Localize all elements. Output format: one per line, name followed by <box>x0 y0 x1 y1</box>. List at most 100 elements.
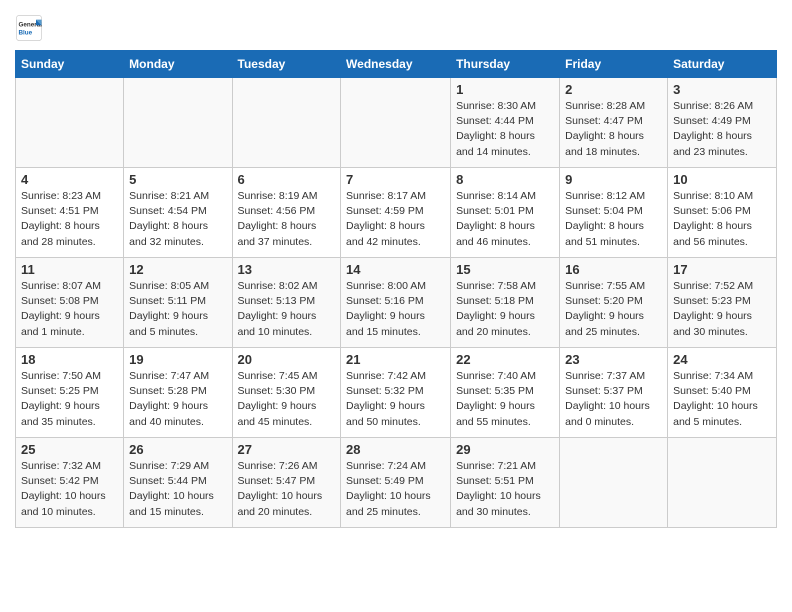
day-number: 11 <box>21 262 118 277</box>
day-number: 16 <box>565 262 662 277</box>
day-number: 28 <box>346 442 445 457</box>
calendar-cell <box>16 78 124 168</box>
calendar-cell: 14 Sunrise: 8:00 AMSunset: 5:16 PMDayligh… <box>341 258 451 348</box>
day-number: 23 <box>565 352 662 367</box>
day-number: 10 <box>673 172 771 187</box>
day-info: Sunrise: 7:37 AMSunset: 5:37 PMDaylight:… <box>565 369 662 430</box>
calendar-cell: 4 Sunrise: 8:23 AMSunset: 4:51 PMDaylight… <box>16 168 124 258</box>
day-number: 22 <box>456 352 554 367</box>
day-info: Sunrise: 8:30 AMSunset: 4:44 PMDaylight:… <box>456 99 554 160</box>
day-info: Sunrise: 8:17 AMSunset: 4:59 PMDaylight:… <box>346 189 445 250</box>
svg-text:Blue: Blue <box>19 29 33 36</box>
day-info: Sunrise: 7:21 AMSunset: 5:51 PMDaylight:… <box>456 459 554 520</box>
day-number: 15 <box>456 262 554 277</box>
calendar-cell <box>124 78 232 168</box>
day-info: Sunrise: 7:34 AMSunset: 5:40 PMDaylight:… <box>673 369 771 430</box>
calendar-cell <box>668 438 777 528</box>
calendar-cell: 1 Sunrise: 8:30 AMSunset: 4:44 PMDaylight… <box>451 78 560 168</box>
calendar-cell: 9 Sunrise: 8:12 AMSunset: 5:04 PMDaylight… <box>560 168 668 258</box>
calendar-cell: 5 Sunrise: 8:21 AMSunset: 4:54 PMDaylight… <box>124 168 232 258</box>
calendar-cell: 29 Sunrise: 7:21 AMSunset: 5:51 PMDayligh… <box>451 438 560 528</box>
day-number: 2 <box>565 82 662 97</box>
calendar-cell: 28 Sunrise: 7:24 AMSunset: 5:49 PMDayligh… <box>341 438 451 528</box>
day-info: Sunrise: 8:21 AMSunset: 4:54 PMDaylight:… <box>129 189 226 250</box>
calendar-cell: 20 Sunrise: 7:45 AMSunset: 5:30 PMDayligh… <box>232 348 341 438</box>
day-info: Sunrise: 7:24 AMSunset: 5:49 PMDaylight:… <box>346 459 445 520</box>
day-info: Sunrise: 7:45 AMSunset: 5:30 PMDaylight:… <box>238 369 336 430</box>
day-info: Sunrise: 7:26 AMSunset: 5:47 PMDaylight:… <box>238 459 336 520</box>
day-number: 19 <box>129 352 226 367</box>
weekday-header-wednesday: Wednesday <box>341 51 451 78</box>
weekday-header-monday: Monday <box>124 51 232 78</box>
day-info: Sunrise: 8:14 AMSunset: 5:01 PMDaylight:… <box>456 189 554 250</box>
day-number: 21 <box>346 352 445 367</box>
calendar-cell: 16 Sunrise: 7:55 AMSunset: 5:20 PMDayligh… <box>560 258 668 348</box>
day-info: Sunrise: 7:58 AMSunset: 5:18 PMDaylight:… <box>456 279 554 340</box>
day-info: Sunrise: 7:42 AMSunset: 5:32 PMDaylight:… <box>346 369 445 430</box>
day-number: 6 <box>238 172 336 187</box>
calendar-cell: 10 Sunrise: 8:10 AMSunset: 5:06 PMDayligh… <box>668 168 777 258</box>
day-info: Sunrise: 7:29 AMSunset: 5:44 PMDaylight:… <box>129 459 226 520</box>
calendar-cell: 12 Sunrise: 8:05 AMSunset: 5:11 PMDayligh… <box>124 258 232 348</box>
calendar-cell: 17 Sunrise: 7:52 AMSunset: 5:23 PMDayligh… <box>668 258 777 348</box>
day-number: 13 <box>238 262 336 277</box>
day-number: 26 <box>129 442 226 457</box>
day-info: Sunrise: 8:19 AMSunset: 4:56 PMDaylight:… <box>238 189 336 250</box>
calendar-cell: 6 Sunrise: 8:19 AMSunset: 4:56 PMDaylight… <box>232 168 341 258</box>
day-info: Sunrise: 7:52 AMSunset: 5:23 PMDaylight:… <box>673 279 771 340</box>
weekday-header-friday: Friday <box>560 51 668 78</box>
day-number: 20 <box>238 352 336 367</box>
day-info: Sunrise: 7:47 AMSunset: 5:28 PMDaylight:… <box>129 369 226 430</box>
day-number: 5 <box>129 172 226 187</box>
calendar-cell <box>232 78 341 168</box>
day-number: 8 <box>456 172 554 187</box>
calendar-cell: 21 Sunrise: 7:42 AMSunset: 5:32 PMDayligh… <box>341 348 451 438</box>
calendar-cell: 18 Sunrise: 7:50 AMSunset: 5:25 PMDayligh… <box>16 348 124 438</box>
day-info: Sunrise: 8:00 AMSunset: 5:16 PMDaylight:… <box>346 279 445 340</box>
day-info: Sunrise: 8:12 AMSunset: 5:04 PMDaylight:… <box>565 189 662 250</box>
day-info: Sunrise: 8:23 AMSunset: 4:51 PMDaylight:… <box>21 189 118 250</box>
logo-icon: General Blue <box>15 14 43 42</box>
day-number: 25 <box>21 442 118 457</box>
calendar-cell: 24 Sunrise: 7:34 AMSunset: 5:40 PMDayligh… <box>668 348 777 438</box>
day-info: Sunrise: 7:40 AMSunset: 5:35 PMDaylight:… <box>456 369 554 430</box>
day-number: 14 <box>346 262 445 277</box>
day-number: 17 <box>673 262 771 277</box>
day-info: Sunrise: 8:26 AMSunset: 4:49 PMDaylight:… <box>673 99 771 160</box>
calendar-cell: 7 Sunrise: 8:17 AMSunset: 4:59 PMDaylight… <box>341 168 451 258</box>
day-info: Sunrise: 8:10 AMSunset: 5:06 PMDaylight:… <box>673 189 771 250</box>
calendar-cell: 2Sunrise: 8:28 AMSunset: 4:47 PMDaylight… <box>560 78 668 168</box>
day-info: Sunrise: 8:02 AMSunset: 5:13 PMDaylight:… <box>238 279 336 340</box>
day-number: 7 <box>346 172 445 187</box>
calendar-cell: 23 Sunrise: 7:37 AMSunset: 5:37 PMDayligh… <box>560 348 668 438</box>
weekday-header-sunday: Sunday <box>16 51 124 78</box>
calendar-cell <box>341 78 451 168</box>
day-info: Sunrise: 7:55 AMSunset: 5:20 PMDaylight:… <box>565 279 662 340</box>
day-info: Sunrise: 8:05 AMSunset: 5:11 PMDaylight:… <box>129 279 226 340</box>
day-number: 4 <box>21 172 118 187</box>
day-info: Sunrise: 7:50 AMSunset: 5:25 PMDaylight:… <box>21 369 118 430</box>
day-number: 18 <box>21 352 118 367</box>
day-number: 3 <box>673 82 771 97</box>
calendar-cell: 8 Sunrise: 8:14 AMSunset: 5:01 PMDaylight… <box>451 168 560 258</box>
calendar-cell: 27 Sunrise: 7:26 AMSunset: 5:47 PMDayligh… <box>232 438 341 528</box>
day-number: 27 <box>238 442 336 457</box>
day-number: 12 <box>129 262 226 277</box>
weekday-header-thursday: Thursday <box>451 51 560 78</box>
calendar-cell: 15 Sunrise: 7:58 AMSunset: 5:18 PMDayligh… <box>451 258 560 348</box>
calendar-table: SundayMondayTuesdayWednesdayThursdayFrid… <box>15 50 777 528</box>
weekday-header-saturday: Saturday <box>668 51 777 78</box>
calendar-cell: 11Sunrise: 8:07 AMSunset: 5:08 PMDayligh… <box>16 258 124 348</box>
day-number: 1 <box>456 82 554 97</box>
calendar-cell <box>560 438 668 528</box>
calendar-cell: 26 Sunrise: 7:29 AMSunset: 5:44 PMDayligh… <box>124 438 232 528</box>
logo: General Blue <box>15 14 47 42</box>
day-number: 24 <box>673 352 771 367</box>
day-info: Sunrise: 7:32 AMSunset: 5:42 PMDaylight:… <box>21 459 118 520</box>
header: General Blue <box>15 10 777 42</box>
calendar-cell: 25 Sunrise: 7:32 AMSunset: 5:42 PMDayligh… <box>16 438 124 528</box>
calendar-cell: 13 Sunrise: 8:02 AMSunset: 5:13 PMDayligh… <box>232 258 341 348</box>
calendar-cell: 3 Sunrise: 8:26 AMSunset: 4:49 PMDaylight… <box>668 78 777 168</box>
day-number: 29 <box>456 442 554 457</box>
day-number: 9 <box>565 172 662 187</box>
